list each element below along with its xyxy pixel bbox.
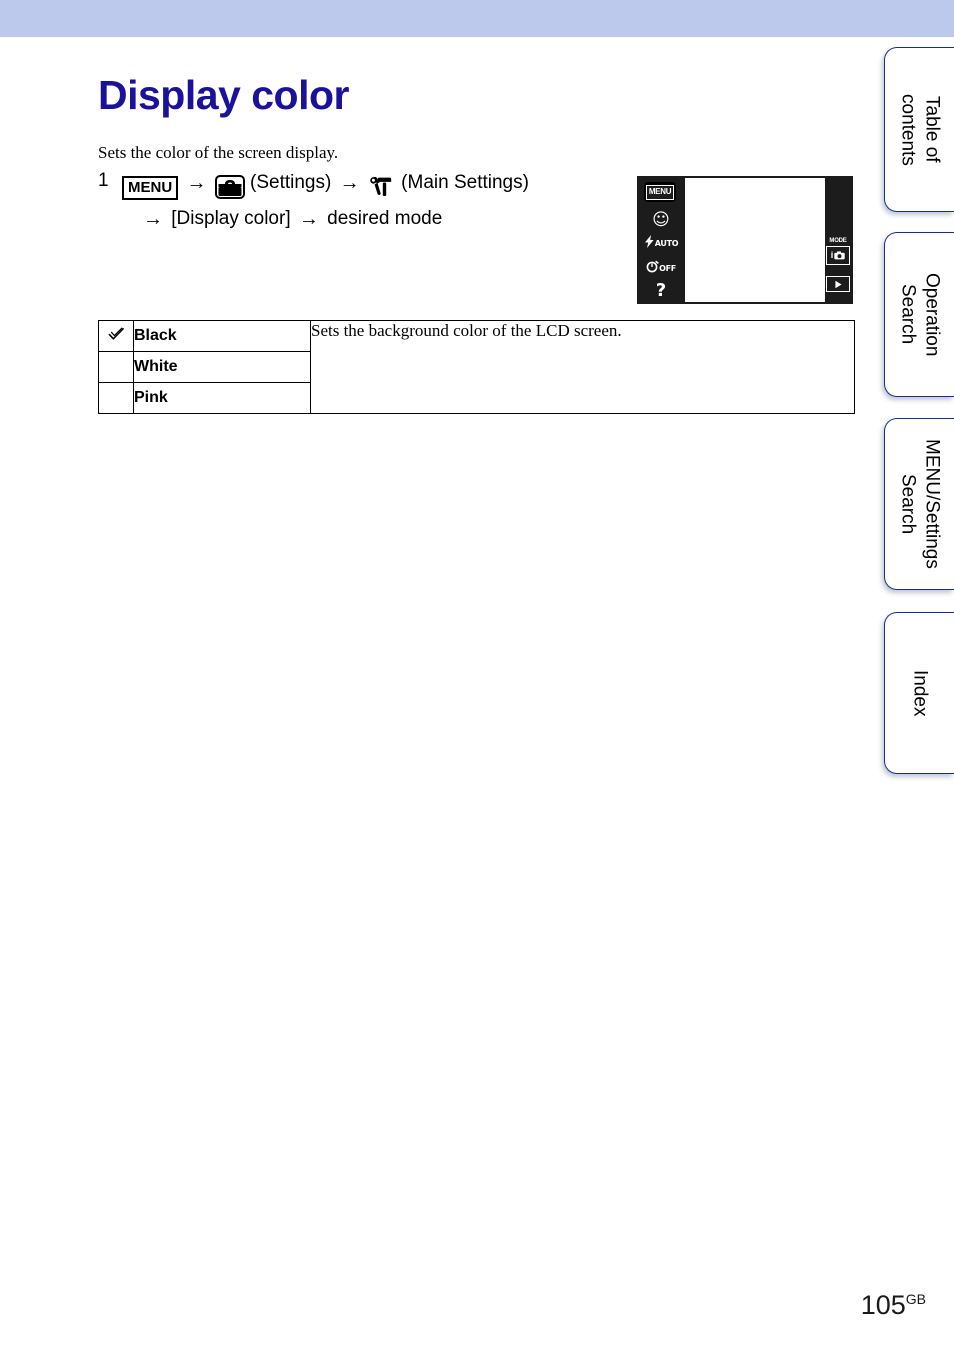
page-region-code: GB [905, 1291, 926, 1307]
lcd-menu-button[interactable]: MENU [642, 180, 678, 204]
table-row: Black Sets the background color of the L… [98, 320, 855, 414]
page-lead-text: Sets the color of the screen display. [98, 143, 339, 162]
menu-icon: MENU [122, 176, 179, 200]
option-name-black: Black [133, 320, 311, 352]
sidebar-item-label: Table of contents [897, 93, 943, 166]
self-timer-icon[interactable]: OFF [637, 260, 685, 274]
options-table-body: Black Sets the background color of the L… [98, 320, 855, 414]
sidebar-item-menu-settings-search[interactable]: MENU/Settings Search [884, 418, 954, 590]
page-number: 105GB [861, 1290, 926, 1321]
default-check-cell [98, 320, 134, 352]
arrow-icon: → [186, 172, 207, 194]
lcd-right-toolbar: MODE i [825, 176, 853, 304]
arrow-icon-3: → [143, 208, 163, 230]
check-cell-empty-white [98, 351, 134, 383]
mode-icon-letter: i [830, 250, 834, 260]
desired-mode-label: desired mode [327, 208, 443, 229]
arrow-icon-2: → [339, 172, 360, 194]
shooting-mode-button[interactable]: i [826, 246, 850, 265]
sidebar-item-table-of-contents[interactable]: Table of contents [884, 47, 954, 212]
check-icon [107, 327, 124, 340]
lcd-screen-illustration: MENU ☺ AUTO OFF ? MODE i [637, 176, 853, 304]
page-content: Display color Sets the color of the scre… [0, 37, 875, 1369]
sidebar-item-label: Operation Search [897, 272, 943, 357]
lcd-live-view-area [685, 178, 825, 302]
option-name-pink: Pink [133, 382, 311, 414]
step-line-1: MENU → (Settings) → (Main Settings) [122, 167, 618, 203]
option-name-white: White [133, 351, 311, 383]
self-timer-label: OFF [659, 264, 676, 273]
option-description: Sets the background color of the LCD scr… [310, 320, 855, 414]
smile-shutter-icon[interactable]: ☺ [637, 210, 685, 230]
lcd-menu-button-label: MENU [646, 184, 674, 200]
main-settings-label: (Main Settings) [401, 172, 529, 193]
sidebar-item-label: MENU/Settings Search [897, 439, 943, 569]
page-number-value: 105 [860, 1290, 906, 1320]
lcd-left-toolbar: MENU ☺ AUTO OFF ? [637, 176, 685, 304]
flash-auto-label: AUTO [654, 239, 679, 248]
help-icon[interactable]: ? [637, 280, 685, 301]
settings-label: (Settings) [250, 172, 332, 193]
playback-button[interactable] [826, 276, 850, 292]
step-number: 1 [98, 170, 109, 191]
sidebar-item-label: Index [909, 669, 931, 717]
arrow-icon-4: → [298, 208, 319, 230]
main-settings-tools-icon [368, 172, 396, 203]
mode-label: MODE [829, 238, 847, 244]
flash-auto-icon[interactable]: AUTO [637, 235, 685, 249]
page-title: Display color [98, 72, 349, 119]
header-band [0, 0, 954, 37]
side-navigation: Table of contents Operation Search MENU/… [878, 0, 954, 1369]
step-lines: MENU → (Settings) → (Main Settings) → [D… [122, 167, 618, 235]
settings-toolbox-icon [214, 172, 245, 203]
step-line-2: → [Display color] → desired mode [122, 203, 618, 235]
sidebar-item-operation-search[interactable]: Operation Search [884, 232, 954, 397]
display-color-item-label: [Display color] [171, 208, 291, 229]
sidebar-item-index[interactable]: Index [884, 612, 954, 774]
check-cell-empty-pink [98, 382, 134, 414]
options-table: Black Sets the background color of the L… [98, 320, 855, 414]
